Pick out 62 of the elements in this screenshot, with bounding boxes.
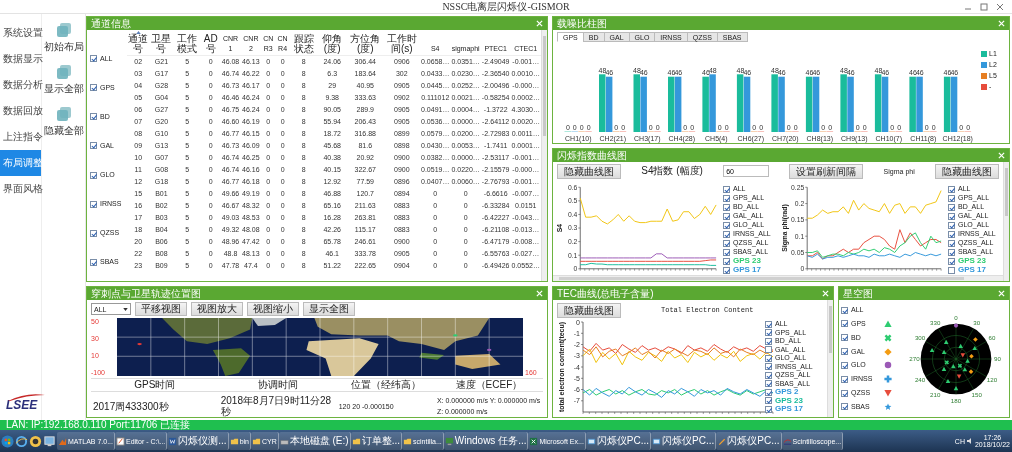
column-header: 位置（经纬高）: [349, 379, 422, 391]
toolbar-button[interactable]: 视图放大: [191, 302, 243, 316]
taskbar-item[interactable]: 闪烁仪测...: [167, 432, 229, 450]
panel-title: 闪烁指数曲线图: [557, 149, 627, 162]
action-label[interactable]: 显示全部: [44, 82, 84, 96]
taskbar-item[interactable]: 闪烁仪PC...: [585, 432, 652, 450]
legend-label: GPS 17: [733, 266, 761, 274]
column-header[interactable]: 通道号: [128, 34, 149, 54]
sidebar-item[interactable]: 系统设置: [0, 20, 41, 46]
sidebar-item[interactable]: 数据分析: [0, 72, 41, 98]
status-text: LAN: IP:192.168.0.110 Port:11706 已连接: [6, 420, 191, 430]
action-label[interactable]: 隐藏全部: [44, 124, 84, 138]
column-header: 协调时间: [256, 379, 299, 391]
logo: LSEE: [6, 392, 46, 412]
column-header[interactable]: 跟踪状态: [290, 34, 317, 54]
hide-curve-button[interactable]: 隐藏曲线图: [557, 163, 621, 179]
taskbar-item[interactable]: 本地磁盘 (E:): [278, 432, 351, 450]
sidebar-item[interactable]: 上注指令: [0, 124, 41, 150]
taskbar-item[interactable]: Windows 任务...: [443, 432, 529, 450]
sidebar-item[interactable]: 数据显示: [0, 46, 41, 72]
column-header: GPS时间: [133, 379, 177, 391]
taskbar-item[interactable]: 闪烁仪PC...: [651, 432, 717, 450]
legend-label: GPS 17: [775, 405, 803, 414]
sidebar-item[interactable]: 数据回放: [0, 98, 41, 124]
panel-title: 星空图: [843, 287, 873, 300]
toolbar-button[interactable]: 显示全图: [303, 302, 355, 316]
taskbar-label: Windows 任务...: [454, 434, 527, 448]
taskbar-label: 闪烁仪PC...: [662, 434, 715, 448]
column-header[interactable]: 仰角(度): [318, 34, 346, 54]
taskbar-item[interactable]: 订单整...: [350, 432, 402, 450]
column-header: 速度（ECEF）: [454, 379, 524, 391]
panel-title: 穿刺点与卫星轨迹位置图: [91, 287, 201, 300]
column-header[interactable]: 工作时间(s): [384, 34, 419, 54]
action-label[interactable]: 初始布局: [44, 40, 84, 54]
legend-label: GPS 2: [775, 388, 799, 397]
window-title: NSSC电离层闪烁仪-GISMOR: [442, 0, 570, 13]
legend-label: GPS 23: [733, 257, 761, 265]
info-value: 2017周433300秒: [92, 399, 170, 413]
legend-label: GPS 23: [958, 257, 986, 265]
info-value: 2018年8月7日9时11分28秒: [219, 394, 333, 417]
column-header[interactable]: 工作模式: [174, 34, 201, 54]
column-header[interactable]: 卫星号: [150, 34, 173, 54]
taskbar-label: 闪烁仪PC...: [727, 434, 780, 448]
taskbar-label: 本地磁盘 (E:): [289, 434, 349, 448]
chart-title: S4指数 (幅度): [641, 164, 703, 178]
legend-label: GPS 23: [775, 396, 803, 405]
legend-label: GPS 17: [958, 266, 986, 274]
hide-curve-button[interactable]: 隐藏曲线图: [935, 163, 999, 179]
set-interval-button[interactable]: 设置刷新间隔: [789, 163, 864, 179]
column-header[interactable]: 方位角(度): [347, 34, 383, 54]
taskbar-label: 订单整...: [361, 434, 400, 448]
toolbar-button[interactable]: 视图缩小: [247, 302, 299, 316]
toolbar-button[interactable]: 平移视图: [135, 302, 187, 316]
taskbar-label: 闪烁仪PC...: [596, 434, 650, 448]
panel-title: 通道信息: [91, 17, 131, 30]
taskbar-label: 闪烁仪测...: [178, 434, 227, 448]
panel-title: TEC曲线(总电子含量): [557, 287, 654, 300]
taskbar-item[interactable]: 闪烁仪PC...: [716, 432, 782, 450]
column-header[interactable]: AD号: [202, 34, 220, 54]
panel-title: 载噪比柱图: [557, 17, 607, 30]
hide-curve-button[interactable]: 隐藏曲线图: [557, 302, 621, 318]
sidebar-item[interactable]: 界面风格: [0, 176, 41, 202]
